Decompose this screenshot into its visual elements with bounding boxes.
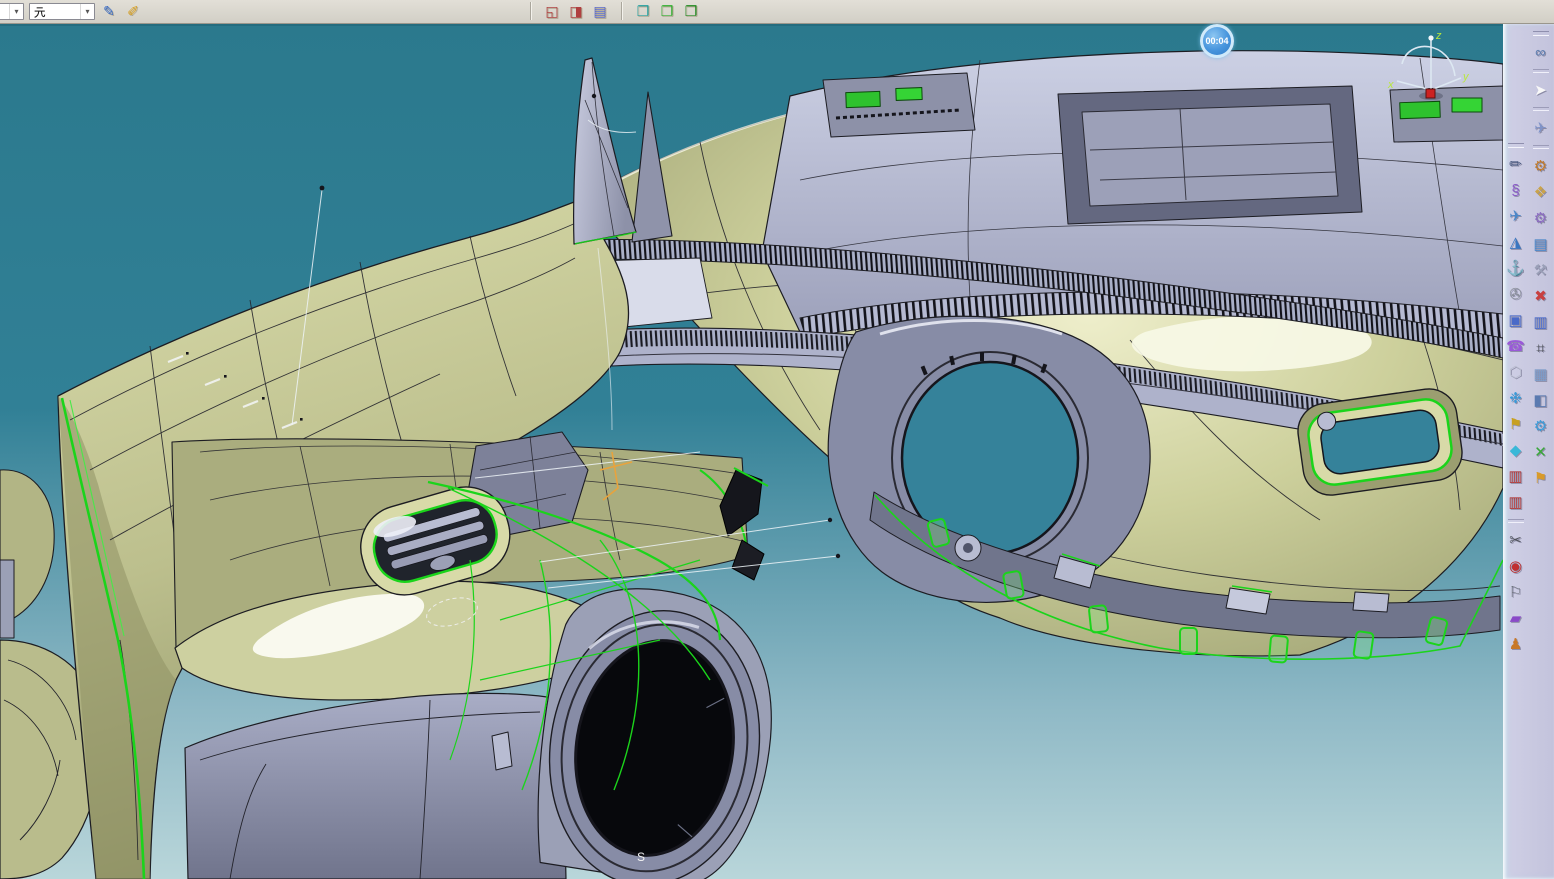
link-manager-icon[interactable]: ∞	[1530, 39, 1552, 65]
file-toolbar-separator	[618, 2, 626, 20]
dmu-vehicle-icon[interactable]: ⚙	[1530, 413, 1552, 439]
flag-icon[interactable]: ⚑	[1505, 411, 1527, 437]
sailboat-icon[interactable]: ◮	[1505, 229, 1527, 255]
stamp-icon[interactable]: ▰	[1505, 605, 1527, 631]
toolbar-separator	[1533, 145, 1549, 149]
chevron-down-icon: ▾	[80, 4, 94, 19]
graphic-properties-toolbar: … ▾ ▾ ✎✐ ◱◨▤ ❐❐❐	[0, 0, 1554, 24]
vertex-label: S	[637, 850, 645, 864]
folder-checkout-icon[interactable]: ❐	[657, 2, 677, 21]
3d-viewport[interactable]: z y x S	[0, 23, 1503, 879]
svg-text:x: x	[1387, 79, 1394, 91]
attach-clip-icon[interactable]: ✇	[1505, 281, 1527, 307]
recording-timer-badge[interactable]: 00:04	[1200, 24, 1234, 58]
deck-right-recess	[1390, 86, 1503, 142]
clash-check-icon[interactable]: ✕	[1530, 439, 1552, 465]
bookshelf-icon[interactable]: ▥	[1530, 309, 1552, 335]
pdm-tools-group: ◱◨▤	[538, 2, 610, 21]
select-cursor-icon[interactable]: ➤	[1530, 77, 1552, 103]
shelf-a-icon[interactable]: ▥	[1505, 463, 1527, 489]
deck-left-recess	[823, 73, 975, 137]
airbrush-icon[interactable]: ✏	[1505, 151, 1527, 177]
toolbar-separator	[1533, 69, 1549, 73]
pdm-query-icon[interactable]: ◱	[542, 2, 562, 21]
catia-application-window: { "app": { "name": "CATIA 3D viewport", …	[0, 0, 1554, 879]
fly-mode-icon[interactable]: ✈	[1530, 115, 1552, 141]
pdm-toolbar-separator	[527, 2, 535, 20]
clipped-property-combo[interactable]: … ▾	[0, 3, 24, 20]
pdm-catalog-icon[interactable]: ▤	[590, 2, 610, 21]
pattern-gears-icon[interactable]: ❉	[1505, 385, 1527, 411]
plane-icon[interactable]: ✈	[1505, 203, 1527, 229]
layer-stack-icon[interactable]: ▦	[1530, 361, 1552, 387]
helix-icon[interactable]: §	[1505, 177, 1527, 203]
layer-combo[interactable]: ▾	[29, 3, 95, 20]
ghost-hide-icon[interactable]: ⬡	[1505, 359, 1527, 385]
pdm-table-edit-icon[interactable]: ◨	[566, 2, 586, 21]
render-style-icon[interactable]: ⚙	[1530, 153, 1552, 179]
pliers-tool-icon[interactable]: ⚒	[1530, 257, 1552, 283]
screen-annotation-icon[interactable]: ▣	[1505, 307, 1527, 333]
assembly-gears-icon[interactable]: ⚙	[1530, 205, 1552, 231]
folder-gear-icon[interactable]: ◧	[1530, 387, 1552, 413]
file-tools-group: ❐❐❐	[629, 2, 701, 21]
toolbar-separator	[1533, 107, 1549, 111]
gem-icon[interactable]: ◆	[1505, 437, 1527, 463]
timer-value: 00:04	[1205, 36, 1228, 46]
folder-import-icon[interactable]: ❐	[681, 2, 701, 21]
structure-grid-icon[interactable]: ⌗	[1530, 335, 1552, 361]
catalog-browser-icon[interactable]: ❖	[1530, 179, 1552, 205]
toolbar-separator	[1508, 519, 1524, 523]
svg-text:z: z	[1435, 30, 1442, 42]
anchor-icon[interactable]: ⚓	[1505, 255, 1527, 281]
device-phone-icon[interactable]: ☎	[1505, 333, 1527, 359]
record-icon[interactable]: ◉	[1505, 553, 1527, 579]
manikin-icon[interactable]: ⚑	[1530, 465, 1552, 491]
doc-export-icon[interactable]: ▤	[1530, 231, 1552, 257]
deck-center-opening	[1058, 86, 1362, 224]
worker-box-icon[interactable]: ♟	[1505, 631, 1527, 657]
pin-flag-icon[interactable]: ⚐	[1505, 579, 1527, 605]
wizard-brush-icon[interactable]: ✐	[123, 2, 143, 21]
outer-toolbar-column: ∞➤✈⚙❖⚙▤⚒✖▥⌗▦◧⚙✕⚑	[1528, 23, 1553, 657]
painter-icon[interactable]: ✎	[99, 2, 119, 21]
toolbar-gripper[interactable]	[1508, 143, 1524, 148]
folder-checkin-icon[interactable]: ❐	[633, 2, 653, 21]
shelf-b-icon[interactable]: ▥	[1505, 489, 1527, 515]
cut-section-icon[interactable]: ✂	[1505, 527, 1527, 553]
chevron-down-icon: ▾	[9, 4, 23, 19]
exchange-delete-icon[interactable]: ✖	[1530, 283, 1552, 309]
paint-tools-group: ✎✐	[95, 2, 143, 21]
toolbar-gripper[interactable]	[1533, 31, 1549, 36]
inner-toolbar-column: ✏§✈◮⚓✇▣☎⬡❉⚑◆▥▥✂◉⚐▰♟	[1503, 23, 1528, 657]
right-workbench-toolbar: ✏§✈◮⚓✇▣☎⬡❉⚑◆▥▥✂◉⚐▰♟ ∞➤✈⚙❖⚙▤⚒✖▥⌗▦◧⚙✕⚑	[1503, 23, 1554, 879]
layer-combo-glyph	[33, 5, 46, 18]
door-trim-panel[interactable]	[172, 432, 840, 879]
